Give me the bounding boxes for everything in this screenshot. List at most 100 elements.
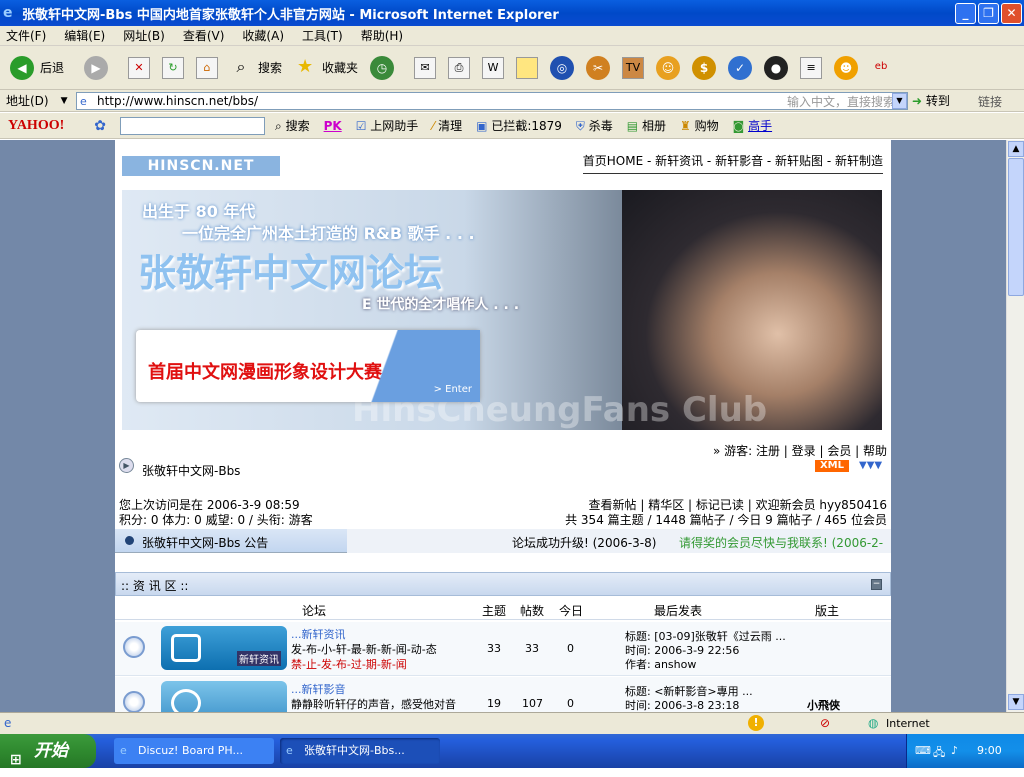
announcement-1[interactable]: 论坛成功升级! (2006-3-8) (512, 534, 656, 551)
page-status-icon: e (4, 716, 12, 730)
yahoo-search-button[interactable]: ⌕ 搜索 (275, 117, 310, 134)
shopping-button[interactable]: ♜ 购物 (680, 117, 719, 134)
col-last-post: 最后发表 (654, 604, 703, 618)
guest-links[interactable]: » 游客: 注册 | 登录 | 会员 | 帮助 (713, 442, 887, 459)
minimize-button[interactable]: _ (955, 3, 976, 24)
pk-button[interactable]: PK (324, 119, 342, 133)
collapse-icon[interactable]: − (871, 579, 882, 590)
search-icon[interactable]: ⌕ (230, 57, 252, 79)
yahoo-search-input[interactable] (120, 116, 266, 135)
expert-icon: ◙ (732, 119, 745, 133)
xml-badge[interactable]: XML (815, 460, 849, 472)
mail-icon[interactable]: ✉ (414, 56, 437, 79)
helper-icon: ☑ (355, 119, 367, 133)
forum-name[interactable]: ...新轩影音 (291, 681, 346, 697)
history-icon[interactable]: ◷ (370, 55, 395, 80)
search-label[interactable]: 搜索 (258, 59, 282, 76)
go-label: 转到 (925, 94, 950, 108)
keyboard-icon[interactable]: ⌨ (915, 744, 931, 757)
site-top-nav[interactable]: 首页HOME - 新轩资讯 - 新轩影音 - 新轩贴图 - 新轩制造 (582, 152, 883, 174)
shopping-label: 购物 (694, 119, 719, 133)
forum-image[interactable]: 新轩资讯 (161, 626, 287, 670)
address-dropdown-button[interactable]: ▼ (892, 93, 907, 109)
favorites-star-icon[interactable]: ★ (294, 56, 316, 79)
menu-help[interactable]: 帮助(H) (361, 27, 403, 44)
blocked-label: 已拦截:1879 (491, 119, 562, 133)
chevron-down-icon[interactable]: ▼ (61, 96, 68, 106)
announcement-2[interactable]: 请得奖的会员尽快与我联系! (2006-2- (679, 534, 883, 551)
scroll-down-arrow-icon[interactable]: ▼ (1008, 694, 1024, 710)
security-zone: Internet (886, 717, 930, 730)
menu-url[interactable]: 网址(B) (123, 27, 165, 44)
address-input[interactable]: e http://www.hinscn.net/bbs/ 输入中文，直接搜索 (76, 92, 908, 110)
emoticon-icon[interactable]: ☻ (834, 55, 859, 80)
menu-tools[interactable]: 工具(T) (302, 27, 343, 44)
home-icon[interactable]: ⌂ (196, 56, 219, 79)
expert-button[interactable]: ◙ 高手 (733, 117, 773, 134)
contest-enter[interactable]: > Enter (350, 330, 480, 402)
flower-icon[interactable]: ✿ (94, 118, 106, 134)
antivirus-button[interactable]: ⛨ 杀毒 (576, 117, 613, 134)
scroll-thumb[interactable] (1008, 158, 1024, 296)
ebay-icon[interactable]: eb (870, 57, 892, 79)
vertical-scrollbar[interactable]: ▲ ▼ (1006, 140, 1024, 712)
forum-moderator[interactable]: 小飛俠 (807, 697, 840, 712)
album-button[interactable]: ▤ 相册 (627, 117, 666, 134)
blocked-button[interactable]: ▣ 已拦截:1879 (476, 117, 562, 134)
breadcrumb[interactable]: 张敬轩中文网-Bbs (142, 462, 240, 479)
archive-icon[interactable]: ≡ (800, 56, 823, 79)
clean-button[interactable]: ⁄ 清理 (432, 117, 462, 134)
window-title: 张敬轩中文网-Bbs 中国内地首家张敬轩个人非官方网站 - Microsoft … (22, 7, 559, 23)
shield-icon: ⛨ (575, 119, 585, 133)
last-post-author[interactable]: 作者: anshow (625, 656, 696, 672)
announcement-tab[interactable]: 张敬轩中文网-Bbs 公告 (115, 529, 347, 553)
refresh-icon[interactable]: ↻ (162, 56, 185, 79)
close-button[interactable]: ✕ (1001, 3, 1022, 24)
start-button[interactable]: ⊞ 开始 (0, 734, 96, 768)
forum-name[interactable]: ...新轩资讯 (291, 626, 346, 642)
forum-image[interactable] (161, 681, 287, 712)
stop-icon[interactable]: ✕ (128, 56, 151, 79)
blocked-popup-icon[interactable]: ⊘ (820, 716, 830, 730)
last-post-time: 时间: 2006-3-8 23:18 (625, 699, 740, 712)
money-bag-icon[interactable]: $ (692, 55, 717, 80)
forward-arrow-icon[interactable]: ▶ (84, 55, 109, 80)
print-icon[interactable]: ⎙ (448, 56, 471, 79)
taskbar: ⊞ 开始 e Discuz! Board PH... e 张敬轩中文网-Bbs.… (0, 734, 1024, 768)
maximize-button[interactable]: ❐ (978, 3, 999, 24)
helper-button[interactable]: ☑ 上网助手 (356, 117, 419, 134)
go-button[interactable]: ➜ 转到 (912, 92, 950, 109)
smiley-icon[interactable]: ☺ (656, 55, 681, 80)
back-arrow-icon[interactable]: ◀ (10, 55, 34, 80)
menu-edit[interactable]: 编辑(E) (64, 27, 105, 44)
word-icon[interactable]: W (482, 56, 505, 79)
tool-icon[interactable]: ✂ (586, 55, 611, 80)
forum-page: HINSCN.NET 首页HOME - 新轩资讯 - 新轩影音 - 新轩贴图 -… (115, 140, 891, 712)
menu-view[interactable]: 查看(V) (183, 27, 225, 44)
scroll-up-arrow-icon[interactable]: ▲ (1008, 141, 1024, 157)
messenger-icon[interactable]: ◎ (550, 55, 575, 80)
task-discuz[interactable]: e Discuz! Board PH... (114, 738, 274, 764)
forum-banner[interactable]: 出生于 80 年代 一位完全广州本土打造的 R&B 歌手 . . . 张敬轩中文… (122, 190, 882, 430)
back-label[interactable]: 后退 (40, 59, 64, 76)
menu-file[interactable]: 文件(F) (6, 27, 46, 44)
tv-icon[interactable]: TV (622, 56, 645, 79)
links-button[interactable]: 链接 (978, 93, 1002, 110)
ie-icon: e (286, 744, 293, 757)
browser-content[interactable]: HINSCN.NET 首页HOME - 新轩资讯 - 新轩影音 - 新轩贴图 -… (0, 140, 1006, 712)
contest-link[interactable]: 首届中文网漫画形象设计大赛 > Enter (136, 330, 480, 402)
task-hinscn[interactable]: e 张敬轩中文网-Bbs... (280, 738, 440, 764)
yahoo-logo[interactable]: YAHOO! (8, 118, 64, 134)
forum-row: ...新轩影音 静静聆听轩仔的声音，感受他对音 19 107 0 标题: <新軒… (115, 677, 891, 712)
system-tray: ⌨ 🖧 ♪ 9:00 (906, 734, 1024, 768)
favorites-label[interactable]: 收藏夹 (322, 59, 358, 76)
qq-penguin-icon[interactable]: ● (764, 55, 789, 80)
window-title-bar[interactable]: e 张敬轩中文网-Bbs 中国内地首家张敬轩个人非官方网站 - Microsof… (0, 0, 1024, 26)
menu-favorites[interactable]: 收藏(A) (242, 27, 284, 44)
network-icon[interactable]: 🖧 (933, 744, 945, 763)
shield-icon[interactable]: ✓ (728, 55, 753, 80)
site-logo[interactable]: HINSCN.NET (122, 156, 280, 176)
warning-icon[interactable]: ! (748, 715, 764, 731)
note-icon[interactable] (516, 56, 539, 79)
volume-icon[interactable]: ♪ (951, 744, 958, 757)
